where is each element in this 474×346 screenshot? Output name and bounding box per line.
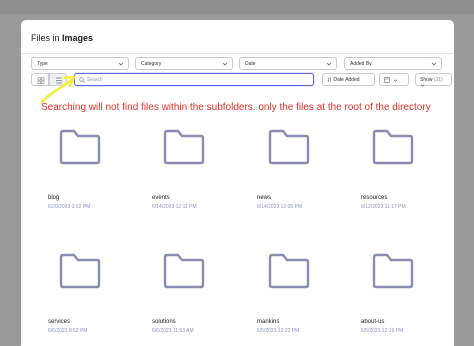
folder-icon[interactable] xyxy=(267,128,311,166)
folder-icon[interactable] xyxy=(162,252,206,290)
file-date: 6/5/2023 12:19 PM xyxy=(361,328,404,334)
file-date: 6/5/2023 12:22 PM xyxy=(257,328,300,334)
filter-row: Type Category Date Added By xyxy=(31,57,443,70)
page-backdrop xyxy=(0,0,474,14)
file-name[interactable]: news xyxy=(257,195,271,201)
files-modal: Files in Images Type Category Date Added… xyxy=(21,20,454,346)
added-by-filter-label: Added By xyxy=(350,61,372,67)
file-date: 6/6/2023 8:52 PM xyxy=(48,328,88,334)
toolbar-row: Date Added Show (21) xyxy=(31,73,452,87)
chevron-down-icon xyxy=(222,62,228,66)
added-by-filter-select[interactable]: Added By xyxy=(344,57,442,70)
folder-icon[interactable] xyxy=(58,252,102,290)
grid-view-icon xyxy=(37,77,45,84)
search-input[interactable] xyxy=(87,75,307,85)
calendar-icon xyxy=(384,77,390,83)
modal-title-prefix: Files in xyxy=(31,33,60,43)
file-name[interactable]: resources xyxy=(361,195,387,201)
annotation-note: Searching will not find files within the… xyxy=(41,102,431,113)
date-filter-select[interactable]: Date xyxy=(239,57,337,70)
folder-icon[interactable] xyxy=(267,252,311,290)
chevron-down-icon xyxy=(326,62,332,66)
sort-icon xyxy=(327,77,332,83)
folder-icon[interactable] xyxy=(371,128,415,166)
file-name[interactable]: services xyxy=(48,319,70,325)
chevron-down-icon xyxy=(431,62,437,66)
show-count: (21) xyxy=(433,77,443,83)
file-name[interactable]: mankins xyxy=(257,319,279,325)
folder-icon[interactable] xyxy=(371,252,415,290)
folder-icon[interactable] xyxy=(162,128,206,166)
chevron-down-icon xyxy=(118,62,124,66)
sort-label: Date Added xyxy=(333,77,360,83)
chevron-down-icon xyxy=(393,78,398,82)
search-icon xyxy=(79,77,85,83)
folder-icon[interactable] xyxy=(58,128,102,166)
grid-view-button[interactable] xyxy=(31,73,49,86)
type-filter-label: Type xyxy=(37,61,48,67)
show-label: Show xyxy=(420,77,433,83)
file-date: 6/12/2023 11:17 PM xyxy=(361,204,406,210)
modal-title: Files in Images xyxy=(21,20,454,54)
category-filter-label: Category xyxy=(141,61,162,67)
type-filter-select[interactable]: Type xyxy=(31,57,129,70)
file-date: 6/14/2023 12:05 PM xyxy=(257,204,303,210)
file-date: 6/14/2023 12:11 PM xyxy=(152,204,197,210)
chevron-down-icon xyxy=(420,84,425,87)
file-name[interactable]: events xyxy=(152,195,170,201)
category-filter-select[interactable]: Category xyxy=(135,57,233,70)
modal-title-folder: Images xyxy=(62,33,94,43)
file-date: 6/20/2023 3:02 PM xyxy=(48,204,91,210)
list-view-icon xyxy=(56,77,62,84)
date-filter-label: Date xyxy=(245,61,256,67)
file-name[interactable]: solutions xyxy=(152,319,176,325)
list-view-button[interactable] xyxy=(49,73,67,86)
sort-button[interactable]: Date Added xyxy=(322,73,375,86)
search-field[interactable] xyxy=(74,73,314,86)
file-date: 6/6/2023 11:53 AM xyxy=(152,328,194,334)
file-name[interactable]: about-us xyxy=(361,319,384,325)
calendar-filter-button[interactable] xyxy=(379,73,409,86)
show-count-select[interactable]: Show (21) xyxy=(415,73,452,87)
file-name[interactable]: blog xyxy=(48,195,59,201)
